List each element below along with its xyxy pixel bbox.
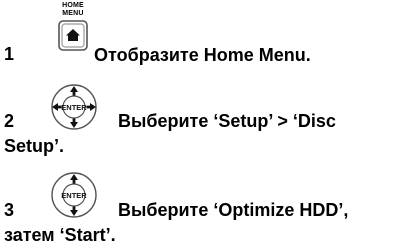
step-3-text-line1: Выберите ‘Optimize HDD’,	[118, 200, 349, 220]
enter-button-label: ENTER	[61, 191, 87, 200]
home-menu-caption-line2: MENU	[62, 10, 84, 17]
step-1-text: Отобразите Home Menu.	[94, 45, 311, 65]
home-menu-button-caption: HOME MENU	[58, 2, 88, 18]
step-1-number: 1	[4, 44, 15, 64]
step-2-number: 2	[4, 111, 15, 131]
enter-button-label: ENTER	[61, 103, 87, 112]
home-menu-caption-line1: HOME	[62, 2, 84, 9]
step-3-text-line2: затем ‘Start’.	[4, 225, 116, 245]
enter-four-way-button-icon: ENTER	[51, 84, 97, 130]
step-2-text-line1: Выберите ‘Setup’ > ‘Disc	[118, 111, 336, 131]
step-2-text-line2: Setup’.	[4, 136, 65, 156]
step-3-number: 3	[4, 200, 15, 220]
home-menu-button-icon	[58, 20, 88, 51]
enter-up-down-button-icon: ENTER	[51, 172, 97, 218]
